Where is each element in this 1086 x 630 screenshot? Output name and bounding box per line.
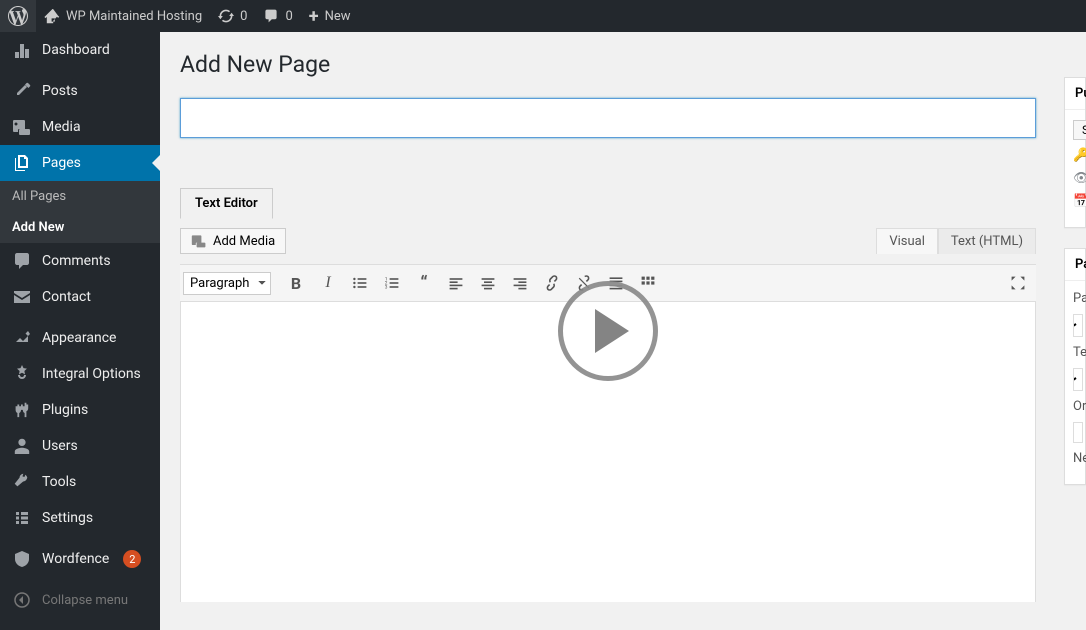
blockquote-button[interactable]: “ xyxy=(409,268,439,298)
visual-tab[interactable]: Visual xyxy=(876,228,938,254)
need-help-label: Nee xyxy=(1073,451,1077,466)
publish-box-heading: Pub xyxy=(1065,78,1085,110)
readmore-button[interactable] xyxy=(601,268,631,298)
number-list-button[interactable]: 123 xyxy=(377,268,407,298)
fullscreen-button[interactable] xyxy=(1003,268,1033,298)
text-html-tab[interactable]: Text (HTML) xyxy=(938,228,1036,254)
svg-text:3: 3 xyxy=(385,285,388,291)
sidebar-item-posts[interactable]: Posts xyxy=(0,73,160,109)
link-button[interactable] xyxy=(537,268,567,298)
italic-button[interactable]: I xyxy=(313,268,343,298)
wp-logo-menu[interactable] xyxy=(0,0,36,32)
sidebar-sub-all-pages[interactable]: All Pages xyxy=(0,181,160,212)
align-left-button[interactable] xyxy=(441,268,471,298)
sidebar-item-appearance[interactable]: Appearance xyxy=(0,320,160,356)
key-icon: 🔑 xyxy=(1073,148,1086,163)
sidebar-item-users[interactable]: Users xyxy=(0,428,160,464)
visibility-icon: 👁 xyxy=(1073,171,1086,186)
bold-button[interactable]: B xyxy=(281,268,311,298)
align-center-button[interactable] xyxy=(473,268,503,298)
parent-select[interactable]: (no xyxy=(1073,314,1083,337)
sidebar-item-contact[interactable]: Contact xyxy=(0,279,160,315)
template-select[interactable]: De xyxy=(1073,368,1083,391)
sidebar-item-settings[interactable]: Settings xyxy=(0,500,160,536)
page-title-input[interactable] xyxy=(180,98,1036,138)
editor-toolbar: Paragraph B I 123 “ xyxy=(180,264,1036,302)
bullet-list-button[interactable] xyxy=(345,268,375,298)
main-content: Add New Page Text Editor Add Media Visua… xyxy=(160,32,1056,630)
site-name-link[interactable]: WP Maintained Hosting xyxy=(36,0,210,32)
updates-count: 0 xyxy=(240,9,247,24)
sidebar-item-media[interactable]: Media xyxy=(0,109,160,145)
sidebar-item-tools[interactable]: Tools xyxy=(0,464,160,500)
text-editor-tab[interactable]: Text Editor xyxy=(180,188,273,219)
toolbar-toggle-button[interactable] xyxy=(633,268,663,298)
content-editor[interactable] xyxy=(180,302,1036,602)
sidebar-item-dashboard[interactable]: Dashboard xyxy=(0,32,160,68)
unlink-button[interactable] xyxy=(569,268,599,298)
sidebar-item-integral-options[interactable]: Integral Options xyxy=(0,356,160,392)
add-media-button[interactable]: Add Media xyxy=(180,228,286,254)
sidebar-item-comments[interactable]: Comments xyxy=(0,243,160,279)
order-label: Ord xyxy=(1073,399,1077,414)
page-attrs-heading: Pag xyxy=(1065,249,1085,281)
new-content-link[interactable]: + New xyxy=(301,0,359,32)
wordfence-badge: 2 xyxy=(123,550,141,568)
admin-sidebar: Dashboard Posts Media Pages All Pages Ad… xyxy=(0,32,160,630)
collapse-menu-button[interactable]: Collapse menu xyxy=(0,582,160,618)
updates-link[interactable]: 0 xyxy=(210,0,255,32)
admin-toolbar: WP Maintained Hosting 0 0 + New xyxy=(0,0,1086,32)
sidebar-item-pages[interactable]: Pages xyxy=(0,145,160,181)
sidebar-item-wordfence[interactable]: Wordfence 2 xyxy=(0,541,160,577)
save-draft-button[interactable]: Sa xyxy=(1073,120,1086,140)
parent-label: Pare xyxy=(1073,291,1077,306)
side-metaboxes: Pub Sa 🔑 👁 📅 Pag Pare (no Tem De Ord Nee xyxy=(1056,32,1086,630)
order-input[interactable] xyxy=(1073,422,1083,443)
comments-count: 0 xyxy=(285,9,292,24)
site-name-text: WP Maintained Hosting xyxy=(66,9,202,24)
sidebar-item-plugins[interactable]: Plugins xyxy=(0,392,160,428)
comments-link[interactable]: 0 xyxy=(255,0,300,32)
sidebar-sub-add-new[interactable]: Add New xyxy=(0,212,160,243)
page-heading: Add New Page xyxy=(180,42,1036,98)
template-label: Tem xyxy=(1073,345,1077,360)
calendar-icon: 📅 xyxy=(1073,194,1086,209)
align-right-button[interactable] xyxy=(505,268,535,298)
paragraph-select[interactable]: Paragraph xyxy=(183,272,271,295)
new-label: New xyxy=(325,9,351,24)
